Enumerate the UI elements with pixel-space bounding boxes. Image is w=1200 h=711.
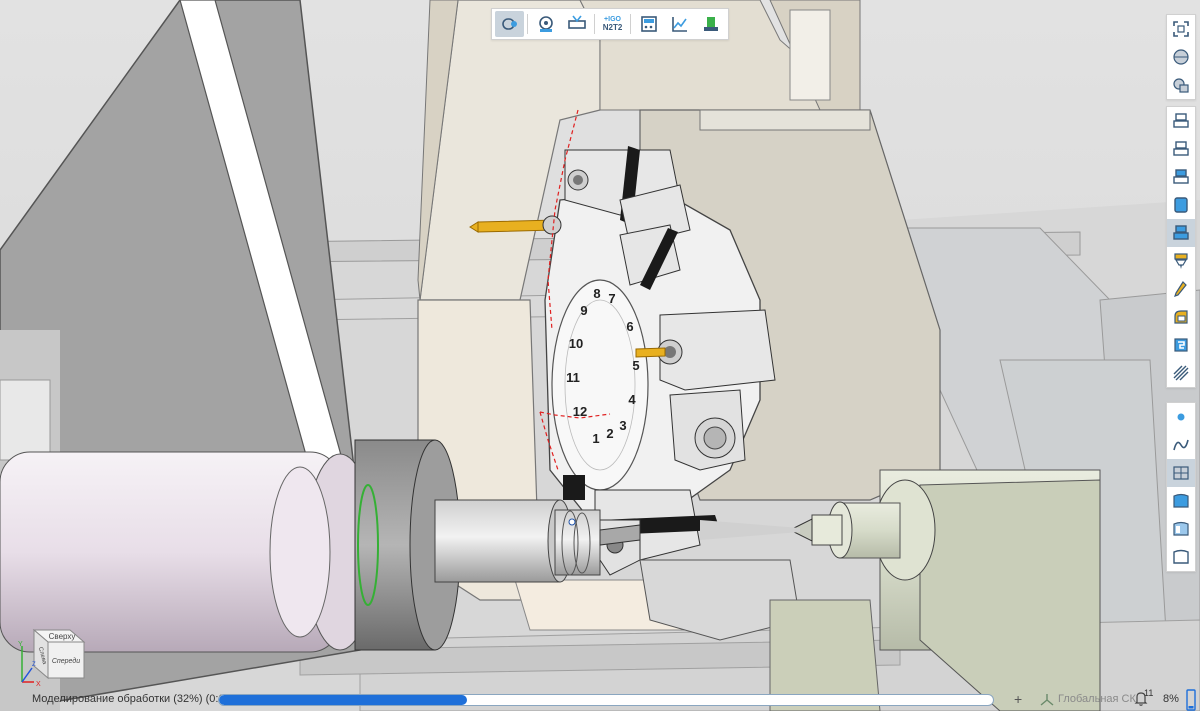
machine-view-4-icon — [1174, 197, 1188, 213]
simulation-progress-fill — [219, 695, 467, 705]
fixture-icon — [1174, 338, 1188, 352]
view-cube-top[interactable]: Сверху — [49, 632, 76, 641]
part-setup-icon — [538, 16, 553, 32]
surface-mesh-button[interactable] — [1167, 459, 1195, 487]
machine-view-2-icon — [1173, 141, 1189, 156]
stock-icon — [1174, 310, 1188, 324]
surface-outline-icon — [1173, 549, 1189, 564]
surface-gradient-button[interactable] — [1167, 515, 1195, 543]
nc-code-icon: +IGO N2T2 — [602, 16, 623, 32]
add-button[interactable]: + — [1014, 691, 1022, 707]
machine-view-5-button[interactable] — [1167, 219, 1195, 247]
machining-icon — [567, 15, 586, 29]
tool-path-simulation-button[interactable] — [495, 11, 524, 37]
machine-view-2-button[interactable] — [1167, 135, 1195, 163]
axis-z-line — [21, 667, 33, 683]
coordinate-system-icon[interactable] — [1040, 693, 1054, 707]
zoom-level: 8% — [1163, 693, 1179, 705]
turret-number-6: 6 — [626, 319, 633, 334]
lathe-tool-icon — [501, 18, 517, 30]
axis-x-label: X — [36, 681, 41, 688]
turret-number-4: 4 — [628, 392, 636, 407]
point-icon — [1177, 413, 1185, 421]
machine-view-1-button[interactable] — [1167, 107, 1195, 135]
control-panel-button[interactable] — [634, 11, 663, 37]
stock-button[interactable] — [1167, 303, 1195, 331]
turret-number-7: 7 — [608, 291, 615, 306]
machining-simulation-button[interactable] — [562, 11, 591, 37]
surface-gradient-icon — [1173, 521, 1189, 536]
zoom-fit-button[interactable] — [1167, 15, 1195, 43]
view-toolbar — [1166, 14, 1196, 100]
spindle-button[interactable] — [1167, 247, 1195, 275]
turret-number-5: 5 — [632, 358, 639, 373]
turret-number-2: 2 — [606, 426, 613, 441]
machine-components-toolbar — [1166, 106, 1196, 388]
shapes-icon — [1173, 78, 1189, 93]
point-button[interactable] — [1167, 403, 1195, 431]
turret-number-11: 11 — [566, 370, 580, 385]
machine-3d-viewport[interactable]: 1 2 3 4 5 6 7 8 9 10 11 12 — [0, 0, 1200, 711]
machine-view-4-button[interactable] — [1167, 191, 1195, 219]
machine-view-5-icon — [1173, 225, 1189, 240]
nc-code-button[interactable]: +IGO N2T2 — [598, 11, 627, 37]
turret-number-12: 12 — [573, 404, 587, 419]
hatch-icon — [1173, 365, 1189, 381]
toolbar-separator — [527, 14, 528, 34]
curve-button[interactable] — [1167, 431, 1195, 459]
chart-icon — [671, 17, 687, 32]
shading-button[interactable] — [1167, 43, 1195, 71]
turret-number-10: 10 — [569, 336, 583, 351]
machine-view-3-button[interactable] — [1167, 163, 1195, 191]
primitives-button[interactable] — [1167, 71, 1195, 99]
simulation-progress-bar — [218, 694, 994, 706]
surface-solid-icon — [1173, 493, 1189, 508]
toolbar-separator — [594, 14, 595, 34]
surface-solid-button[interactable] — [1167, 487, 1195, 515]
sphere-icon — [1173, 49, 1189, 65]
surface-mesh-icon — [1173, 466, 1189, 480]
turret-number-3: 3 — [619, 418, 626, 433]
notification-count: 11 — [1144, 688, 1154, 698]
turret-number-9: 9 — [580, 303, 587, 318]
turret-number-8: 8 — [593, 286, 600, 301]
display-mode-toolbar — [1166, 402, 1196, 572]
toolbar-separator — [630, 14, 631, 34]
view-cube-front[interactable]: Спереди — [52, 657, 80, 665]
axis-z-label: Z — [32, 662, 36, 668]
graph-button[interactable] — [665, 11, 694, 37]
tool-button[interactable] — [1167, 275, 1195, 303]
view-cube[interactable]: Сверху Спереди Слева X Y Z — [12, 626, 92, 688]
simulation-toolbar: +IGO N2T2 — [491, 8, 729, 40]
machine-view-1-icon — [1173, 113, 1189, 128]
status-bar: Моделирование обработки (32%) (0:06:07) … — [0, 688, 1200, 711]
machine-view-3-icon — [1173, 169, 1189, 184]
battery-icon — [1186, 689, 1196, 711]
hatch-button[interactable] — [1167, 359, 1195, 387]
stock-compare-button[interactable] — [696, 11, 725, 37]
stock-compare-icon — [703, 17, 718, 31]
curve-icon — [1173, 439, 1189, 451]
surface-outline-button[interactable] — [1167, 543, 1195, 571]
machine-setup-button[interactable] — [531, 11, 560, 37]
axis-y-label: Y — [18, 641, 23, 648]
spindle-icon — [1174, 253, 1188, 269]
turret-number-1: 1 — [592, 431, 599, 446]
control-panel-icon — [640, 16, 657, 32]
fixture-button[interactable] — [1167, 331, 1195, 359]
coordinate-system-label[interactable]: Глобальная СК — [1058, 693, 1136, 705]
zoom-fit-icon — [1173, 21, 1189, 37]
tool-icon — [1174, 281, 1187, 297]
